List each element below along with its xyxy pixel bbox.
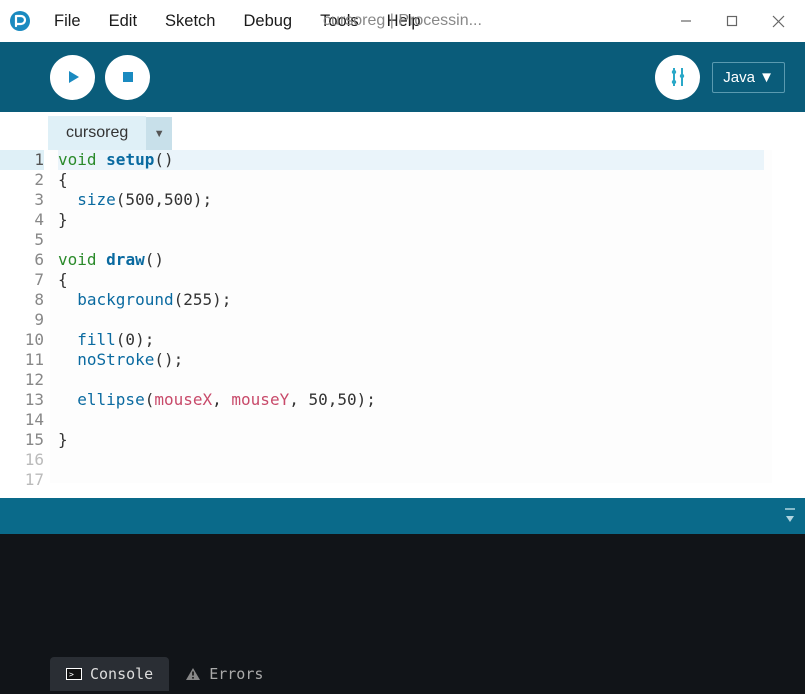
tab-bar: cursoreg ▼ xyxy=(0,112,805,150)
code-line[interactable]: { xyxy=(58,170,764,190)
line-number: 13 xyxy=(0,390,44,410)
code-line[interactable] xyxy=(58,450,764,470)
code-line[interactable] xyxy=(58,410,764,430)
window-title: cursoreg | Processin... xyxy=(323,12,482,30)
toolbar: Java ▼ xyxy=(0,42,805,112)
menu-debug[interactable]: Debug xyxy=(229,6,306,37)
menu-sketch[interactable]: Sketch xyxy=(151,6,229,37)
errors-tab[interactable]: Errors xyxy=(169,657,279,691)
mode-selector[interactable]: Java ▼ xyxy=(712,62,785,93)
line-number: 6 xyxy=(0,250,44,270)
code-line[interactable]: void draw() xyxy=(58,250,764,270)
menu-file[interactable]: File xyxy=(40,6,95,37)
titlebar: File Edit Sketch Debug Tools Help cursor… xyxy=(0,0,805,42)
console-output[interactable] xyxy=(0,534,805,654)
code-line[interactable]: { xyxy=(58,270,764,290)
tab-dropdown[interactable]: ▼ xyxy=(146,117,172,150)
stop-button[interactable] xyxy=(105,55,150,100)
code-line[interactable]: fill(0); xyxy=(58,330,764,350)
console-icon: > xyxy=(66,666,82,682)
line-number: 14 xyxy=(0,410,44,430)
line-number: 4 xyxy=(0,210,44,230)
console-resize-handle[interactable] xyxy=(783,506,797,527)
line-number: 8 xyxy=(0,290,44,310)
line-number: 17 xyxy=(0,470,44,490)
console-tab[interactable]: > Console xyxy=(50,657,169,691)
code-line[interactable]: size(500,500); xyxy=(58,190,764,210)
close-button[interactable] xyxy=(755,0,801,42)
line-number: 5 xyxy=(0,230,44,250)
debugger-button[interactable] xyxy=(655,55,700,100)
code-line[interactable]: background(255); xyxy=(58,290,764,310)
code-line[interactable]: } xyxy=(58,210,764,230)
svg-text:>: > xyxy=(69,670,74,679)
run-button[interactable] xyxy=(50,55,95,100)
window-controls xyxy=(663,0,801,42)
code-line[interactable] xyxy=(58,310,764,330)
code-area[interactable]: void setup(){ size(500,500);} void draw(… xyxy=(50,150,772,483)
line-number: 7 xyxy=(0,270,44,290)
code-line[interactable] xyxy=(58,470,764,490)
bottom-tab-bar: > Console Errors xyxy=(0,654,805,694)
code-line[interactable]: } xyxy=(58,430,764,450)
line-number: 2 xyxy=(0,170,44,190)
code-line[interactable] xyxy=(58,230,764,250)
line-number: 16 xyxy=(0,450,44,470)
line-number: 3 xyxy=(0,190,44,210)
minimize-button[interactable] xyxy=(663,0,709,42)
line-number: 11 xyxy=(0,350,44,370)
code-line[interactable] xyxy=(58,370,764,390)
menu-edit[interactable]: Edit xyxy=(95,6,151,37)
line-number: 1 xyxy=(0,150,44,170)
processing-app-icon xyxy=(8,9,32,33)
code-line[interactable]: ellipse(mouseX, mouseY, 50,50); xyxy=(58,390,764,410)
maximize-button[interactable] xyxy=(709,0,755,42)
line-number-gutter: 1234567891011121314151617 xyxy=(0,150,50,483)
code-editor[interactable]: 1234567891011121314151617 void setup(){ … xyxy=(0,150,772,483)
tab-cursoreg[interactable]: cursoreg xyxy=(48,116,146,150)
message-bar xyxy=(0,498,805,534)
errors-tab-label: Errors xyxy=(209,665,263,683)
line-number: 10 xyxy=(0,330,44,350)
line-number: 12 xyxy=(0,370,44,390)
console-tab-label: Console xyxy=(90,665,153,683)
line-number: 15 xyxy=(0,430,44,450)
line-number: 9 xyxy=(0,310,44,330)
warning-icon xyxy=(185,666,201,682)
code-line[interactable]: noStroke(); xyxy=(58,350,764,370)
code-line[interactable]: void setup() xyxy=(58,150,764,170)
